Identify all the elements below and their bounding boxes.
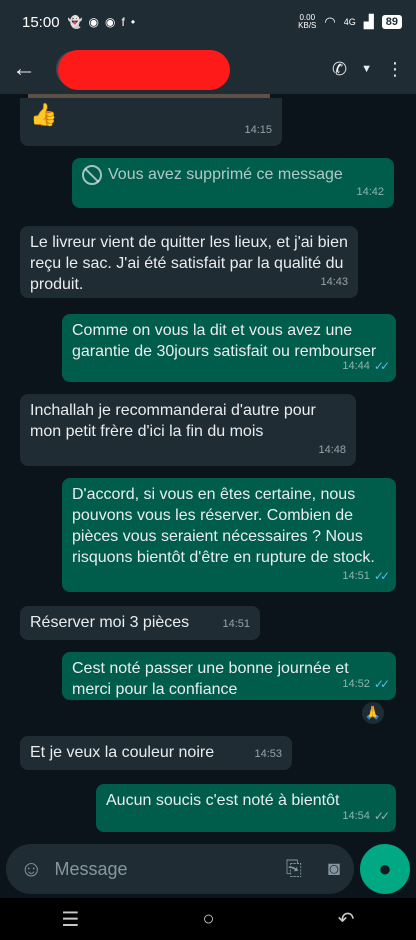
mic-button[interactable]: ● (360, 844, 410, 894)
message-time: 14:15 (244, 124, 272, 136)
message-text: 👍 (30, 102, 58, 127)
attach-icon[interactable]: ⎘ (286, 858, 302, 881)
message-text: Vous avez supprimé ce message (108, 166, 343, 183)
system-nav-bar: ☰ ○ ↶ (0, 898, 416, 940)
messenger-icon: ◉ (104, 15, 116, 29)
net-speed: 0.00 KB/S (298, 13, 317, 30)
message-time: 14:44 (342, 360, 370, 372)
wifi-icon: ◠ (324, 14, 336, 29)
call-icon[interactable]: ✆ (332, 59, 347, 80)
message-outgoing[interactable]: D'accord, si vous en êtes certaine, nous… (62, 478, 396, 592)
back-arrow-icon[interactable]: ← (12, 55, 42, 83)
message-time: 14:43 (320, 276, 348, 288)
message-text: Inchallah je recommanderai d'autre pour … (30, 402, 316, 440)
message-outgoing[interactable]: Cest noté passer une bonne journée et me… (62, 652, 396, 700)
message-field-container: ☺ ⎘ ◙ (6, 844, 354, 894)
battery-indicator: 89 (381, 15, 402, 29)
mic-icon: ● (378, 856, 392, 881)
messenger-icon: ◉ (88, 15, 99, 29)
message-incoming[interactable]: Et je veux la couleur noire 14:53 (20, 736, 292, 770)
message-text: Cest noté passer une bonne journée et me… (72, 660, 349, 698)
emoji-icon[interactable]: ☺ (20, 856, 42, 882)
dropdown-icon[interactable]: ▼ (361, 63, 372, 75)
more-icon[interactable]: ⋮ (386, 59, 404, 80)
message-time: 14:42 (356, 186, 384, 198)
message-input[interactable] (54, 858, 245, 880)
message-text: Le livreur vient de quitter les lieux, e… (30, 234, 348, 293)
status-time: 15:00 (22, 13, 60, 31)
delivered-ticks-icon: ✓✓ (373, 809, 390, 823)
signal-icon: ▟ (363, 14, 374, 29)
message-time: 14:48 (318, 444, 346, 456)
message-text: Aucun soucis c'est noté à bientôt (106, 792, 340, 809)
message-time: 14:54 (342, 810, 370, 822)
camera-icon[interactable]: ◙ (328, 858, 340, 881)
read-ticks-icon: ✓✓ (373, 677, 390, 691)
message-incoming[interactable]: Inchallah je recommanderai d'autre pour … (20, 394, 356, 466)
status-bar: 15:00 👻 ◉ ◉ f • 0.00 KB/S ◠ 4G ▟ 89 (0, 0, 416, 44)
reaction-badge[interactable]: 🙏 (360, 700, 386, 726)
message-text: Et je veux la couleur noire (30, 744, 215, 761)
home-icon[interactable]: ○ (203, 908, 215, 931)
recents-icon[interactable]: ☰ (62, 907, 80, 932)
message-text: Réserver moi 3 pièces (30, 614, 190, 631)
message-time: 14:53 (254, 748, 282, 760)
message-time: 14:51 (222, 618, 250, 630)
back-icon[interactable]: ↶ (338, 907, 355, 932)
redacted-contact-name (58, 50, 230, 90)
chat-area[interactable]: 👍 14:15 Vous avez supprimé ce message 14… (0, 94, 416, 842)
read-ticks-icon: ✓✓ (373, 569, 390, 583)
dot-icon: • (130, 15, 136, 29)
message-outgoing[interactable]: Comme on vous la dit et vous avez une ga… (62, 314, 396, 382)
read-ticks-icon: ✓✓ (373, 359, 390, 373)
message-incoming[interactable]: Réserver moi 3 pièces 14:51 (20, 606, 260, 640)
facebook-icon: f (121, 15, 125, 29)
chat-header: ← ✆ ▼ ⋮ (0, 44, 416, 94)
composer-bar: ☺ ⎘ ◙ ● (0, 842, 416, 898)
notification-icons: 👻 ◉ ◉ f • (68, 15, 135, 29)
message-text: Comme on vous la dit et vous avez une ga… (72, 322, 377, 360)
snapchat-icon: 👻 (67, 15, 83, 29)
network-label: 4G (343, 17, 356, 27)
message-incoming[interactable]: Le livreur vient de quitter les lieux, e… (20, 226, 358, 298)
deleted-icon (82, 164, 102, 185)
message-outgoing-deleted[interactable]: Vous avez supprimé ce message 14:42 (72, 158, 394, 208)
message-incoming[interactable]: 👍 14:15 (20, 98, 282, 146)
message-time: 14:51 (342, 570, 370, 582)
message-time: 14:52 (342, 678, 370, 690)
message-outgoing[interactable]: Aucun soucis c'est noté à bientôt 14:54 ✓… (96, 784, 396, 832)
message-text: D'accord, si vous en êtes certaine, nous… (72, 486, 375, 566)
